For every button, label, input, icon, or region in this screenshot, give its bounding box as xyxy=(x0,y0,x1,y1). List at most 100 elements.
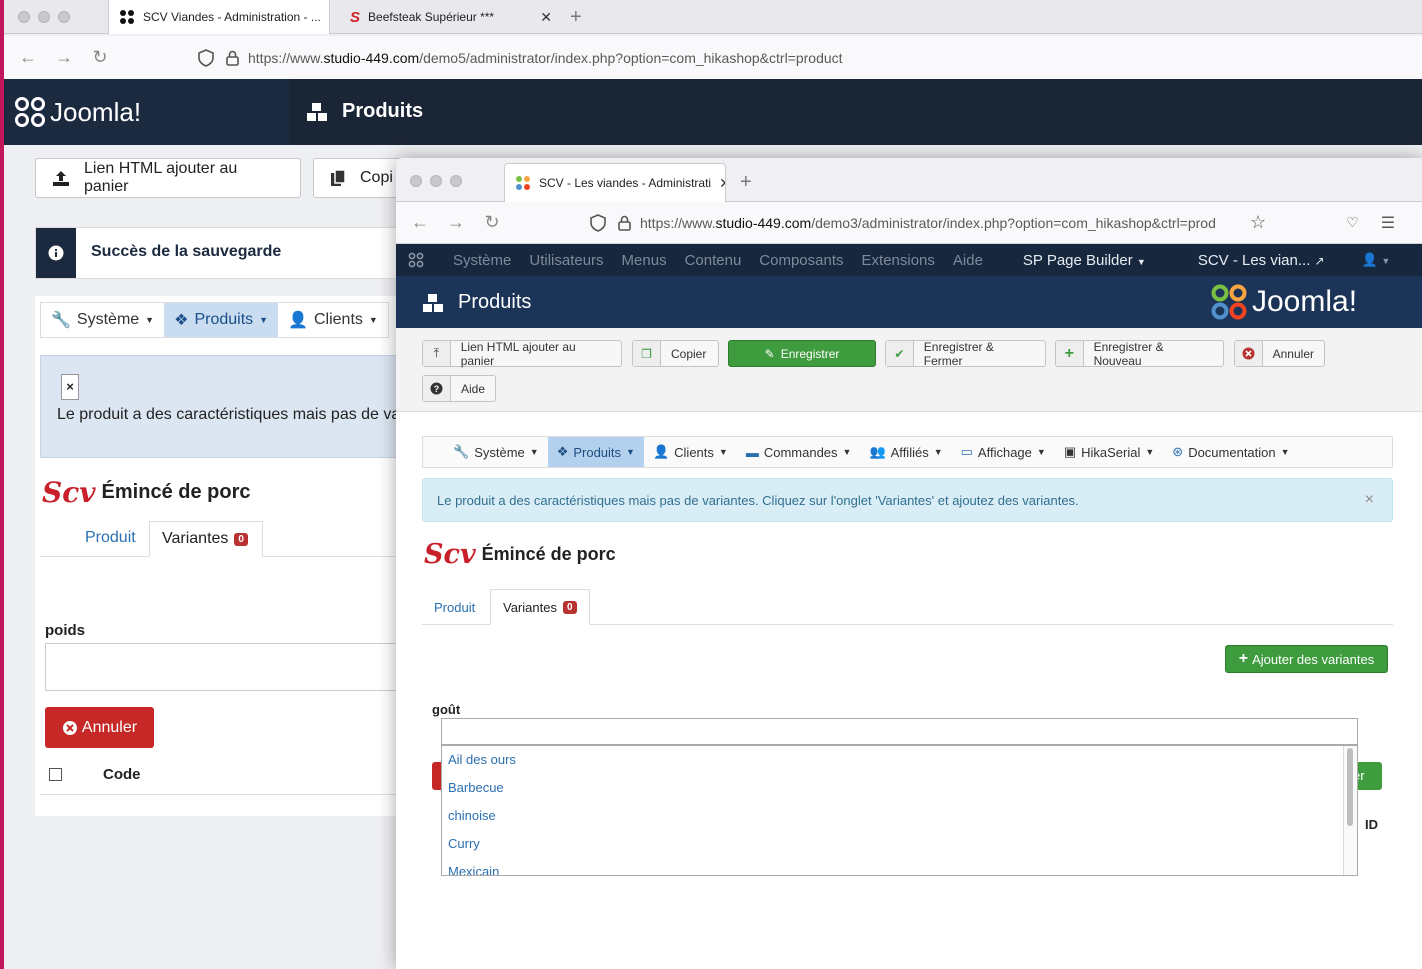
front-tab-admin[interactable]: SCV - Les viandes - Administrati ✕ xyxy=(504,163,726,202)
cancel-button[interactable]: Annuler xyxy=(1234,340,1325,367)
users-icon: 👥 xyxy=(869,444,886,459)
shield-icon[interactable] xyxy=(198,48,226,67)
plus-icon: + xyxy=(1238,650,1249,667)
close-tab-icon[interactable]: ✕ xyxy=(329,9,330,26)
nav-aide[interactable]: Aide xyxy=(944,252,992,269)
nav-contenu[interactable]: Contenu xyxy=(676,252,751,269)
user-icon: 👤 xyxy=(652,444,670,459)
user-menu-icon[interactable]: 👤 ▼ xyxy=(1362,252,1391,268)
s-favicon-icon: S xyxy=(350,8,361,26)
option-chinoise[interactable]: chinoise xyxy=(442,802,1357,830)
poids-input[interactable] xyxy=(45,643,415,691)
variants-count-badge: 0 xyxy=(562,600,577,614)
back-url-text[interactable]: https://www.studio-449.com/demo5/adminis… xyxy=(248,50,843,66)
close-tab-icon[interactable]: ✕ xyxy=(719,175,725,192)
site-link[interactable]: SCV - Les vian... ↗ xyxy=(1189,252,1334,269)
front-browser-window: SCV - Les viandes - Administrati ✕ + ← →… xyxy=(396,158,1422,969)
back-arrow-icon[interactable]: ← xyxy=(10,47,46,68)
menu-systeme[interactable]: 🔧 Système ▼ xyxy=(423,437,548,467)
reload-icon[interactable]: ↻ xyxy=(82,47,118,68)
menu-produits[interactable]: ❖ Produits ▼ xyxy=(164,303,279,337)
save-close-button[interactable]: ✔ Enregistrer & Fermer xyxy=(885,340,1046,368)
close-alert-icon[interactable]: × xyxy=(1365,491,1374,509)
tab-label: Beefsteak Supérieur *** xyxy=(368,10,495,24)
reload-icon[interactable]: ↻ xyxy=(474,212,510,233)
front-toolbar: ⤒ Lien HTML ajouter au panier ❐ Copier ✎ En… xyxy=(396,328,1422,412)
lifebuoy-icon: ⊛ xyxy=(1172,444,1184,459)
edit-icon: ✎ xyxy=(764,346,775,361)
pocket-icon[interactable]: ♡ xyxy=(1346,214,1359,231)
back-tab-beefsteak[interactable]: S Beefsteak Supérieur *** ✕ xyxy=(340,0,562,34)
front-url-text[interactable]: https://www.studio-449.com/demo3/adminis… xyxy=(640,215,1242,231)
menu-systeme[interactable]: 🔧 Système ▼ xyxy=(41,303,164,337)
help-button[interactable]: ? Aide xyxy=(422,375,496,402)
upload-icon xyxy=(52,169,70,187)
front-title-bar: Produits Joomla! xyxy=(396,276,1422,328)
option-barbecue[interactable]: Barbecue xyxy=(442,774,1357,802)
menu-documentation[interactable]: ⊛ Documentation ▼ xyxy=(1163,437,1298,467)
option-ail-des-ours[interactable]: Ail des ours xyxy=(442,746,1357,774)
add-variants-button[interactable]: + Ajouter des variantes xyxy=(1225,645,1388,673)
page-title: Produits xyxy=(342,100,424,122)
menu-clients[interactable]: 👤 Clients ▼ xyxy=(644,437,737,467)
select-all-checkbox[interactable] xyxy=(49,768,62,781)
svg-text:?: ? xyxy=(434,384,440,394)
joomla-logo: Joomla! xyxy=(1210,283,1357,321)
joomla-menu-icon[interactable] xyxy=(396,252,436,268)
menu-hikaserial[interactable]: ▣ HikaSerial ▼ xyxy=(1055,437,1163,467)
close-tab-icon[interactable]: ✕ xyxy=(540,9,552,26)
option-mexicain[interactable]: Mexicain xyxy=(442,858,1357,875)
copy-button[interactable]: ❐ Copier xyxy=(632,340,719,367)
menu-clients[interactable]: 👤 Clients ▼ xyxy=(278,303,388,337)
product-heading: Scv Émincé de porc xyxy=(42,476,250,509)
nav-composants[interactable]: Composants xyxy=(750,252,852,269)
field-label: goût xyxy=(432,702,461,717)
close-alert-button[interactable]: × xyxy=(61,374,79,400)
back-url-bar: ← → ↻ https://www.studio-449.com/demo5/a… xyxy=(4,36,1422,80)
menu-affilies[interactable]: 👥 Affiliés ▼ xyxy=(860,437,951,467)
html-link-button[interactable]: Lien HTML ajouter au panier xyxy=(35,158,301,198)
menu-produits[interactable]: ❖ Produits ▼ xyxy=(547,437,644,467)
html-link-button[interactable]: ⤒ Lien HTML ajouter au panier xyxy=(422,340,622,368)
gout-search-input[interactable] xyxy=(441,718,1358,745)
hamburger-menu-icon[interactable]: ☰ xyxy=(1381,213,1395,233)
cubes-icon: ❖ xyxy=(174,312,189,329)
new-tab-icon[interactable]: + xyxy=(740,171,752,194)
dropdown-scrollbar[interactable] xyxy=(1343,746,1357,875)
tab-produit[interactable]: Produit xyxy=(422,589,487,625)
save-button[interactable]: ✎ Enregistrer xyxy=(728,340,876,367)
window-controls[interactable] xyxy=(18,11,70,23)
tab-variantes[interactable]: Variantes 0 xyxy=(149,521,263,557)
tab-produit[interactable]: Produit xyxy=(85,529,136,547)
menu-affichage[interactable]: ▭ Affichage ▼ xyxy=(952,437,1055,467)
new-tab-icon[interactable]: + xyxy=(570,6,582,29)
back-tabs: Produit Variantes 0 xyxy=(40,521,416,557)
tab-variantes[interactable]: Variantes 0 xyxy=(490,589,590,625)
forward-arrow-icon[interactable]: → xyxy=(438,212,474,233)
window-controls[interactable] xyxy=(410,175,462,187)
hikashop-menu: 🔧 Système ▼ ❖ Produits ▼ 👤 Clients ▼ ▬ Commande… xyxy=(422,436,1393,468)
cancel-button[interactable]: Annuler xyxy=(45,707,154,748)
nav-sp-page-builder[interactable]: SP Page Builder ▼ xyxy=(1014,252,1155,269)
forward-arrow-icon[interactable]: → xyxy=(46,47,82,68)
copy-icon: ❐ xyxy=(633,341,661,366)
nav-systeme[interactable]: Système xyxy=(436,252,520,269)
nav-utilisateurs[interactable]: Utilisateurs xyxy=(520,252,612,269)
nav-menus[interactable]: Menus xyxy=(613,252,676,269)
option-curry[interactable]: Curry xyxy=(442,830,1357,858)
star-bookmark-icon[interactable]: ☆ xyxy=(1250,212,1266,233)
upload-icon: ⤒ xyxy=(423,341,451,366)
save-new-button[interactable]: + Enregistrer & Nouveau xyxy=(1055,340,1224,368)
shield-icon[interactable] xyxy=(590,213,618,232)
joomla-logo-icon xyxy=(14,96,46,128)
joomla-logo[interactable]: Joomla! xyxy=(14,96,141,128)
check-icon: ✔ xyxy=(886,341,914,366)
menu-commandes[interactable]: ▬ Commandes ▼ xyxy=(737,437,861,467)
page-title: Produits xyxy=(458,291,532,313)
info-icon xyxy=(36,228,76,278)
nav-extensions[interactable]: Extensions xyxy=(853,252,944,269)
joomla-color-favicon-icon xyxy=(515,175,531,191)
lock-icon xyxy=(618,215,640,231)
back-tab-admin[interactable]: SCV Viandes - Administration - ... ✕ xyxy=(108,0,330,34)
back-arrow-icon[interactable]: ← xyxy=(402,212,438,233)
